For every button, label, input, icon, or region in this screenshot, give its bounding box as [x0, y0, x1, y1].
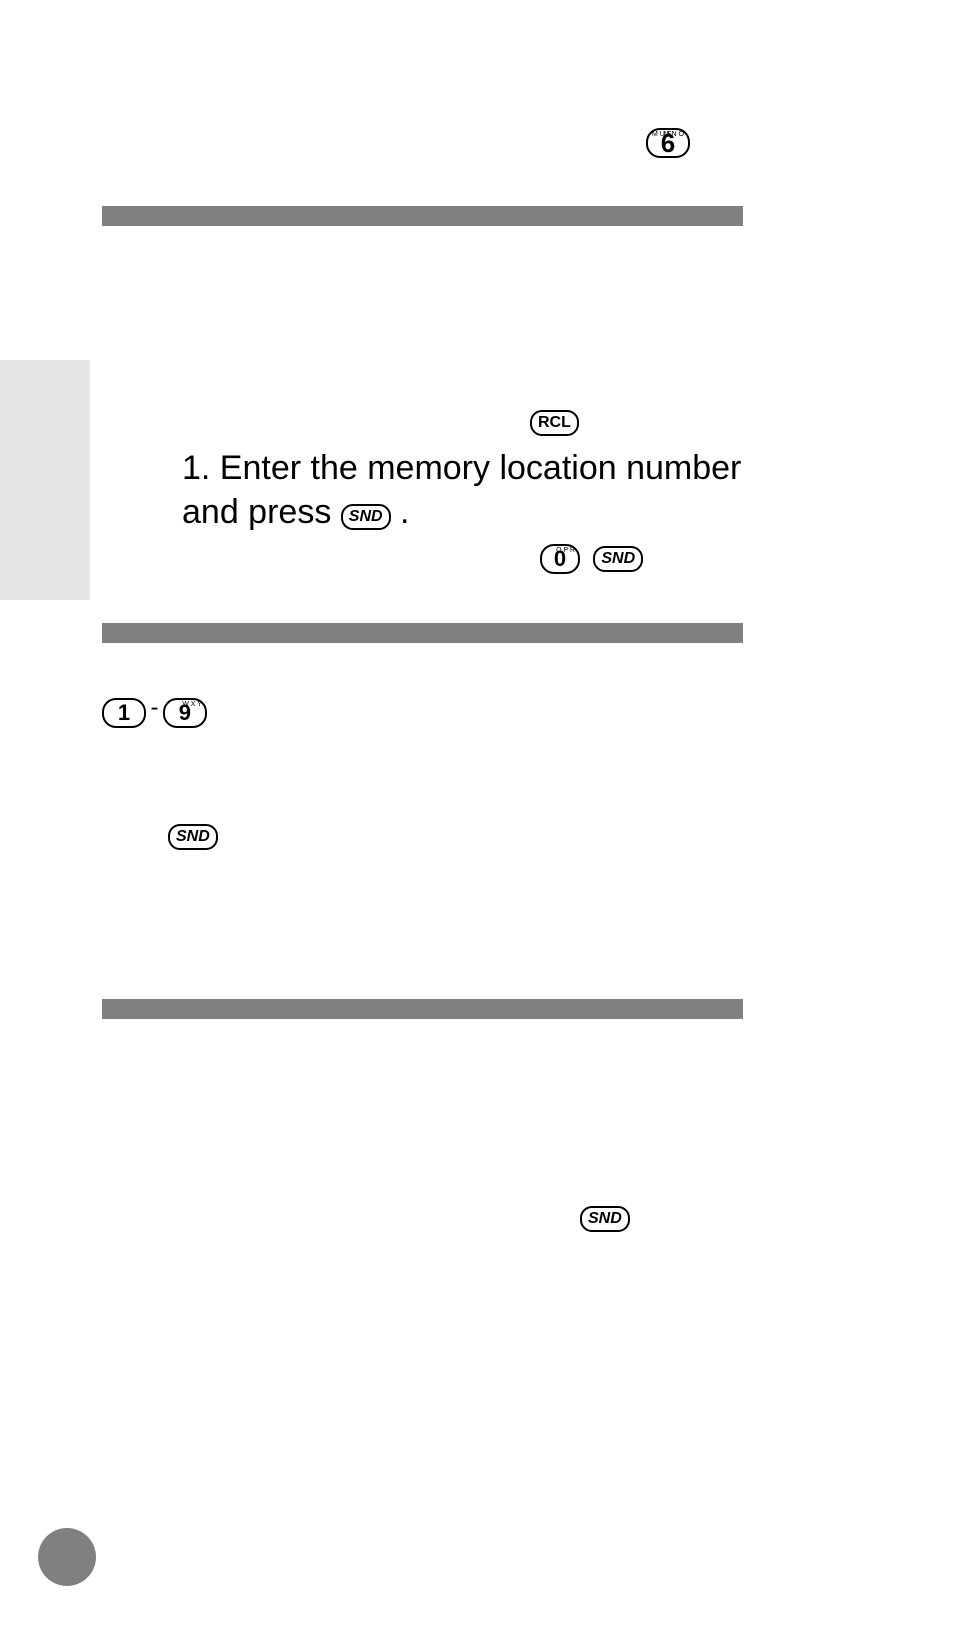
snd-key-label-2: SND	[601, 550, 635, 567]
snd-key-icon-1: SND	[341, 504, 391, 530]
snd-key-label-1: SND	[349, 508, 383, 525]
key-0-sup: O P R	[556, 548, 575, 554]
snd-key-icon-3: SND	[168, 824, 218, 850]
snd-key-label-3: SND	[176, 828, 210, 845]
snd-key-inline-sec2: SND	[168, 824, 218, 850]
section-header-2	[102, 623, 743, 643]
key-6-right-letters: M N O	[664, 131, 684, 138]
snd-key-label-4: SND	[588, 1210, 622, 1227]
keys-1-to-9: 1 - 9 W X Y	[102, 694, 207, 728]
key-6-icon: M U E 6 M N O	[646, 128, 690, 158]
key-0-icon: 0 O P R	[540, 544, 580, 574]
key-9-icon: 9 W X Y	[163, 698, 207, 728]
page-number-badge	[38, 1528, 96, 1586]
key-1-label: 1	[118, 700, 130, 725]
key-1-icon: 1	[102, 698, 146, 728]
section-header-1	[102, 206, 743, 226]
range-dash: -	[150, 694, 158, 721]
snd-key-inline-sec3: SND	[580, 1206, 630, 1232]
snd-key-icon-4: SND	[580, 1206, 630, 1232]
step-1-text: 1. Enter the memory location number and …	[182, 446, 742, 534]
rcl-key-label: RCL	[538, 414, 571, 431]
example-0-snd: 0 O P R SND	[540, 544, 643, 574]
rcl-key-inline: RCL	[530, 410, 579, 436]
document-page: M U E 6 M N O RCL 1. Enter the memory lo…	[0, 0, 954, 1636]
digit-6-key-graphic: M U E 6 M N O	[646, 128, 690, 158]
rcl-key-icon: RCL	[530, 410, 579, 436]
section-header-3	[102, 999, 743, 1019]
step-1-post: .	[400, 493, 409, 531]
key-9-sup: W X Y	[182, 702, 202, 708]
snd-key-icon-2: SND	[593, 546, 643, 572]
step-1-pre: 1. Enter the memory location number and …	[182, 449, 741, 531]
sidebar-tab	[0, 360, 90, 600]
